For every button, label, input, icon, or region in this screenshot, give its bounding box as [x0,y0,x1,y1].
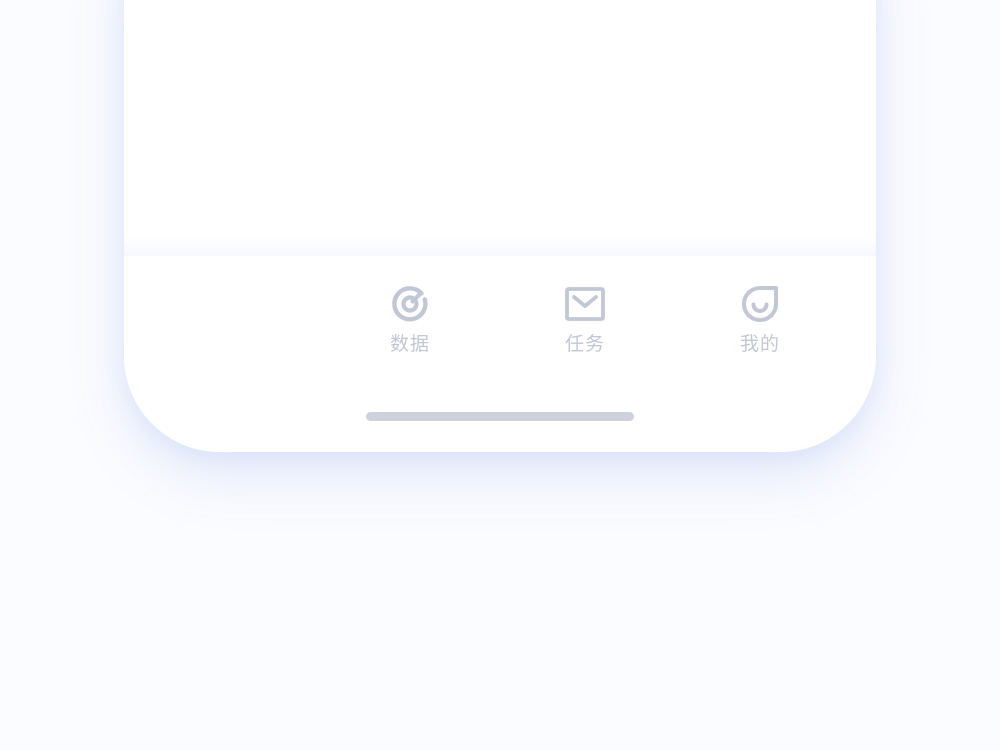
tab-data-label: 数据 [389,333,430,355]
tab-mine[interactable]: 我的 [720,282,800,368]
mail-icon [565,287,605,321]
home-indicator[interactable] [366,412,634,421]
tabbar-divider [124,236,876,256]
tab-mine-label: 我的 [739,333,780,355]
smile-icon [742,286,778,322]
tab-data[interactable]: 数据 [370,282,450,368]
tab-task[interactable]: 任务 [545,282,625,368]
tab-task-label: 任务 [564,333,605,355]
phone-screen: 数据 任务 我的 [124,0,876,452]
gauge-icon [392,286,428,322]
tab-bar: 数据 任务 我的 [124,256,876,452]
content-area [124,0,876,256]
